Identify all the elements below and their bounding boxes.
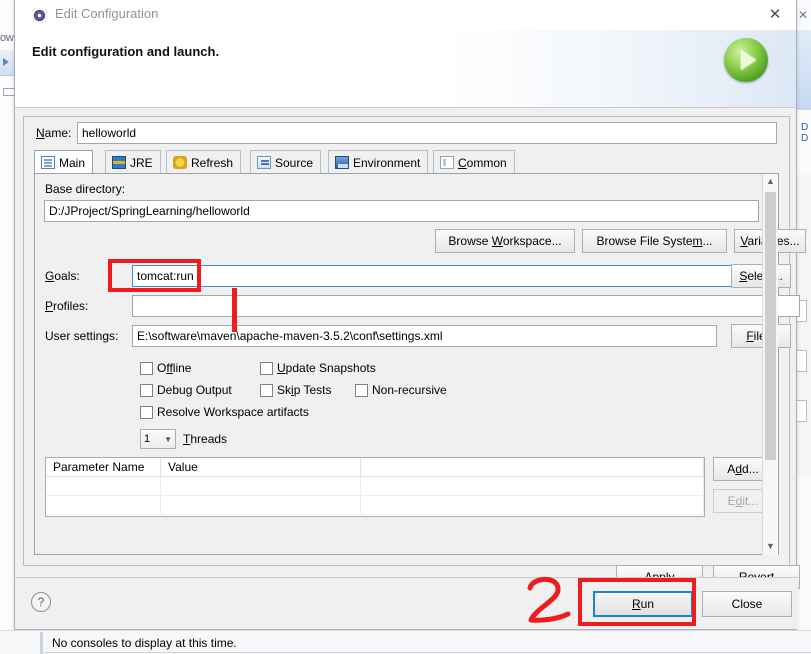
dialog-titlebar: Edit Configuration ✕ <box>15 0 796 30</box>
common-tab-icon <box>440 156 454 169</box>
name-label: Name: <box>36 126 72 140</box>
jre-tab-icon <box>112 156 126 169</box>
column-header-value: Value <box>161 458 361 476</box>
checkbox-label: Update Snapshots <box>277 361 376 375</box>
checkbox-label: Offline <box>157 361 192 375</box>
threads-value: 1 <box>144 433 151 445</box>
threads-row: 1 ▼ Threads <box>140 429 227 449</box>
dialog-footer: ? Run Close <box>15 577 798 629</box>
checkbox-resolve-workspace-artifacts[interactable]: Resolve Workspace artifacts <box>140 405 309 419</box>
table-row[interactable] <box>46 496 704 515</box>
browse-workspace-button[interactable]: Browse Workspace... <box>435 229 575 253</box>
checkbox-non-recursive[interactable]: Non-recursive <box>355 383 447 397</box>
tab-label: Main <box>59 155 86 170</box>
table-cell <box>361 477 704 495</box>
table-row[interactable] <box>46 477 704 496</box>
background-dropdown-arrow-icon <box>3 58 9 66</box>
run-play-icon <box>724 38 768 82</box>
background-right-label: DD <box>801 122 809 144</box>
checkbox-box[interactable] <box>260 361 273 375</box>
scroll-up-icon[interactable]: ▲ <box>763 174 778 190</box>
checkbox-update-snapshots[interactable]: Update Snapshots <box>260 361 376 375</box>
source-tab-icon <box>257 156 271 169</box>
tab-environment[interactable]: Environment <box>328 150 429 174</box>
background-close-icon: ✕ <box>798 8 809 22</box>
edit-configuration-dialog: Edit Configuration ✕ Edit configuration … <box>14 0 806 630</box>
configuration-form-panel: Name: helloworld Main JRE Refresh Source… <box>23 116 806 589</box>
dialog-body: Name: helloworld Main JRE Refresh Source… <box>15 108 806 589</box>
dialog-title: Edit Configuration <box>55 6 159 21</box>
parameter-table[interactable]: Parameter Name Value <box>45 457 705 517</box>
page-title: Edit configuration and launch. <box>32 44 220 59</box>
checkbox-debug-output[interactable]: Debug Output <box>140 383 232 397</box>
tab-label: Environment <box>353 155 421 170</box>
name-input[interactable]: helloworld <box>77 122 777 144</box>
background-right-highlight <box>795 30 811 110</box>
table-cell <box>46 477 161 495</box>
table-cell <box>46 496 161 514</box>
base-directory-label: Base directory: <box>45 182 126 196</box>
tab-label: JRE <box>130 155 153 170</box>
table-cell <box>161 496 361 514</box>
checkbox-box[interactable] <box>140 361 153 375</box>
tab-main[interactable]: Main <box>34 150 94 174</box>
checkbox-label: Debug Output <box>157 383 232 397</box>
checkbox-box[interactable] <box>140 383 153 397</box>
threads-select[interactable]: 1 ▼ <box>140 429 176 449</box>
tab-refresh[interactable]: Refresh <box>166 150 242 174</box>
tab-label: Refresh <box>191 155 234 170</box>
tab-common[interactable]: Common <box>433 150 515 174</box>
tab-jre[interactable]: JRE <box>105 150 161 174</box>
table-cell <box>161 477 361 495</box>
tab-label: Source <box>275 155 314 170</box>
checkbox-box[interactable] <box>140 405 153 419</box>
browse-file-system-button[interactable]: Browse File System... <box>582 229 727 253</box>
dialog-header: Edit configuration and launch. <box>15 30 796 108</box>
column-header-blank <box>361 458 704 476</box>
checkbox-offline[interactable]: Offline <box>140 361 191 375</box>
goals-label: Goals: <box>45 269 80 283</box>
user-settings-label: User settings: <box>45 329 119 343</box>
column-header-parameter-name: Parameter Name <box>46 458 161 476</box>
main-tab-scroll-area: Base directory: D:/JProject/SpringLearni… <box>34 174 806 555</box>
background-left-label: ow <box>0 32 14 44</box>
scroll-down-icon[interactable]: ▼ <box>763 539 778 555</box>
help-icon[interactable]: ? <box>31 592 51 612</box>
checkbox-box[interactable] <box>260 383 273 397</box>
chevron-down-icon: ▼ <box>164 434 172 444</box>
vertical-scrollbar[interactable]: ▲ ▼ <box>762 174 778 555</box>
table-cell <box>361 496 704 514</box>
goals-select-button[interactable]: Select... <box>731 264 791 288</box>
user-settings-file-button[interactable]: File... <box>731 324 791 348</box>
threads-label: Threads <box>183 432 228 446</box>
profiles-label: Profiles: <box>45 299 89 313</box>
run-button[interactable]: Run <box>593 591 693 617</box>
checkbox-label: Non-recursive <box>372 383 447 397</box>
user-settings-input[interactable]: E:\software\maven\apache-maven-3.5.2\con… <box>132 325 717 347</box>
close-icon[interactable]: ✕ <box>764 6 786 24</box>
close-button[interactable]: Close <box>702 591 792 617</box>
checkbox-label: Resolve Workspace artifacts <box>157 405 309 419</box>
checkbox-label: Skip Tests <box>277 383 332 397</box>
console-underline <box>44 652 811 653</box>
scrollbar-thumb[interactable] <box>765 192 776 460</box>
base-directory-input[interactable]: D:/JProject/SpringLearning/helloworld <box>44 200 759 222</box>
main-tab-icon <box>41 156 55 169</box>
checkbox-box[interactable] <box>355 383 368 397</box>
console-left-border <box>40 632 43 654</box>
environment-tab-icon <box>335 156 349 169</box>
table-header-row: Parameter Name Value <box>46 458 704 477</box>
tab-source[interactable]: Source <box>250 150 322 174</box>
tab-bar: Main JRE Refresh Source Environment Comm… <box>34 150 779 174</box>
console-message: No consoles to display at this time. <box>52 636 237 650</box>
tab-label: Common <box>458 155 507 170</box>
checkbox-skip-tests[interactable]: Skip Tests <box>260 383 332 397</box>
profiles-input[interactable] <box>132 295 800 317</box>
refresh-tab-icon <box>173 156 187 169</box>
goals-input[interactable]: tomcat:run <box>132 265 744 287</box>
gear-icon <box>32 8 47 23</box>
